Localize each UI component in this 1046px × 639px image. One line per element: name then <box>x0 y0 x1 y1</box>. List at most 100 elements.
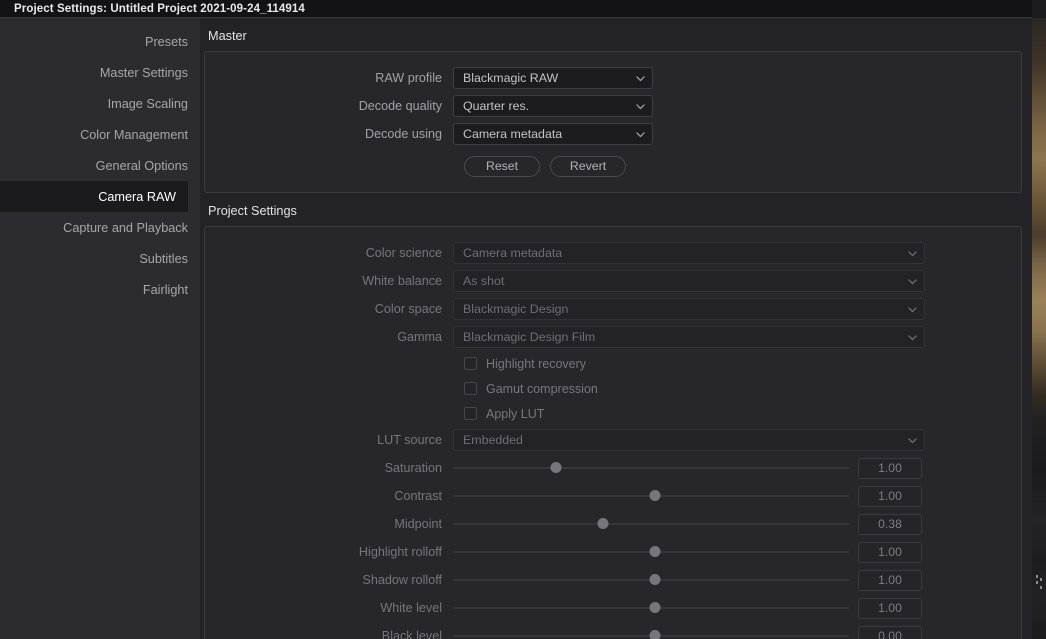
decode-using-value: Camera metadata <box>463 127 563 141</box>
gamma-label: Gamma <box>397 330 442 344</box>
color-science-label: Color science <box>365 246 442 260</box>
apply-lut-label: Apply LUT <box>486 406 545 421</box>
settings-content-pane: Master RAW profile Blackmagic RAW Decode… <box>200 17 1032 639</box>
raw-profile-dropdown[interactable]: Blackmagic RAW <box>453 67 653 89</box>
row-black-level: Black level 0.00 <box>205 622 1021 639</box>
background-app-marks <box>1036 575 1044 601</box>
sidebar-item-label: Capture and Playback <box>63 220 188 235</box>
slider-knob[interactable] <box>649 602 661 613</box>
settings-sidebar: Presets Master Settings Image Scaling Co… <box>0 17 200 639</box>
project-settings-group-box: Color science Camera metadata White bala… <box>204 226 1022 639</box>
row-gamma: Gamma Blackmagic Design Film <box>205 323 1021 351</box>
slider-knob[interactable] <box>649 574 661 585</box>
chevron-down-icon <box>907 304 918 315</box>
chevron-down-icon <box>907 435 918 446</box>
shadow-rolloff-value[interactable]: 1.00 <box>858 569 922 591</box>
sidebar-item-label: Master Settings <box>99 65 188 80</box>
row-lut-source: LUT source Embedded <box>205 426 1021 454</box>
gamma-value: Blackmagic Design Film <box>463 330 596 344</box>
row-color-space: Color space Blackmagic Design <box>205 295 1021 323</box>
row-white-balance: White balance As shot <box>205 267 1021 295</box>
black-level-value[interactable]: 0.00 <box>858 625 922 639</box>
sidebar-item-label: Image Scaling <box>107 96 188 111</box>
slider-track <box>453 523 849 525</box>
chevron-down-icon <box>635 101 646 112</box>
row-shadow-rolloff: Shadow rolloff 1.00 <box>205 566 1021 594</box>
sidebar-item-camera-raw[interactable]: Camera RAW <box>0 181 188 212</box>
slider-knob[interactable] <box>649 490 661 501</box>
window-title: Project Settings: Untitled Project 2021-… <box>14 2 305 15</box>
row-highlight-rolloff: Highlight rolloff 1.00 <box>205 538 1021 566</box>
saturation-label: Saturation <box>384 461 442 475</box>
row-white-level: White level 1.00 <box>205 594 1021 622</box>
color-space-value: Blackmagic Design <box>463 302 569 316</box>
slider-knob[interactable] <box>597 518 609 529</box>
lut-source-value: Embedded <box>463 433 523 447</box>
decode-using-label: Decode using <box>364 127 442 141</box>
slider-knob[interactable] <box>649 630 661 639</box>
decode-quality-dropdown[interactable]: Quarter res. <box>453 95 653 117</box>
row-decode-quality: Decode quality Quarter res. <box>205 92 1021 120</box>
sidebar-item-label: Fairlight <box>142 282 188 297</box>
sidebar-item-master-settings[interactable]: Master Settings <box>0 57 200 88</box>
gamut-compression-label: Gamut compression <box>486 381 598 396</box>
apply-lut-checkbox <box>464 407 477 420</box>
sidebar-item-capture-and-playback[interactable]: Capture and Playback <box>0 212 200 243</box>
raw-profile-value: Blackmagic RAW <box>463 71 559 85</box>
white-level-value[interactable]: 1.00 <box>858 597 922 619</box>
sidebar-item-image-scaling[interactable]: Image Scaling <box>0 88 200 119</box>
contrast-slider[interactable] <box>453 485 849 507</box>
shadow-rolloff-label: Shadow rolloff <box>362 573 442 587</box>
row-raw-profile: RAW profile Blackmagic RAW <box>205 64 1021 92</box>
color-science-value: Camera metadata <box>463 246 563 260</box>
master-group-box: RAW profile Blackmagic RAW Decode qualit… <box>204 51 1022 193</box>
highlight-recovery-label: Highlight recovery <box>486 356 587 371</box>
row-saturation: Saturation 1.00 <box>205 454 1021 482</box>
decode-using-dropdown[interactable]: Camera metadata <box>453 123 653 145</box>
color-science-dropdown: Camera metadata <box>453 242 925 264</box>
sidebar-item-label: General Options <box>95 158 188 173</box>
shadow-rolloff-slider[interactable] <box>453 569 849 591</box>
slider-knob[interactable] <box>550 462 562 473</box>
sidebar-item-fairlight[interactable]: Fairlight <box>0 274 200 305</box>
black-level-label: Black level <box>381 629 442 639</box>
contrast-value[interactable]: 1.00 <box>858 485 922 507</box>
midpoint-slider[interactable] <box>453 513 849 535</box>
sidebar-item-label: Presets <box>144 34 188 49</box>
saturation-value[interactable]: 1.00 <box>858 457 922 479</box>
lut-source-dropdown: Embedded <box>453 429 925 451</box>
highlight-rolloff-value[interactable]: 1.00 <box>858 541 922 563</box>
midpoint-label: Midpoint <box>394 517 442 531</box>
white-balance-value: As shot <box>463 274 505 288</box>
chevron-down-icon <box>907 276 918 287</box>
white-balance-label: White balance <box>362 274 442 288</box>
sidebar-item-subtitles[interactable]: Subtitles <box>0 243 200 274</box>
row-color-science: Color science Camera metadata <box>205 239 1021 267</box>
chevron-down-icon <box>635 73 646 84</box>
midpoint-value[interactable]: 0.38 <box>858 513 922 535</box>
row-decode-using: Decode using Camera metadata <box>205 120 1021 148</box>
project-settings-window: Project Settings: Untitled Project 2021-… <box>0 0 1046 639</box>
highlight-rolloff-slider[interactable] <box>453 541 849 563</box>
reset-button[interactable]: Reset <box>464 155 540 177</box>
highlight-rolloff-label: Highlight rolloff <box>358 545 442 559</box>
slider-knob[interactable] <box>649 546 661 557</box>
master-section-heading: Master <box>208 29 247 43</box>
saturation-slider[interactable] <box>453 457 849 479</box>
row-contrast: Contrast 1.00 <box>205 482 1021 510</box>
revert-button[interactable]: Revert <box>550 155 626 177</box>
highlight-recovery-checkbox <box>464 357 477 370</box>
dialog-body: Presets Master Settings Image Scaling Co… <box>0 17 1032 639</box>
white-level-slider[interactable] <box>453 597 849 619</box>
sidebar-item-general-options[interactable]: General Options <box>0 150 200 181</box>
sidebar-item-label: Subtitles <box>139 251 188 266</box>
row-gamut-compression: Gamut compression <box>205 376 1021 401</box>
chevron-down-icon <box>907 332 918 343</box>
sidebar-item-color-management[interactable]: Color Management <box>0 119 200 150</box>
background-app-sliver <box>1032 0 1046 639</box>
lut-source-label: LUT source <box>377 433 442 447</box>
row-apply-lut: Apply LUT <box>205 401 1021 426</box>
sidebar-item-label: Color Management <box>80 127 188 142</box>
sidebar-item-presets[interactable]: Presets <box>0 26 200 57</box>
black-level-slider[interactable] <box>453 625 849 639</box>
